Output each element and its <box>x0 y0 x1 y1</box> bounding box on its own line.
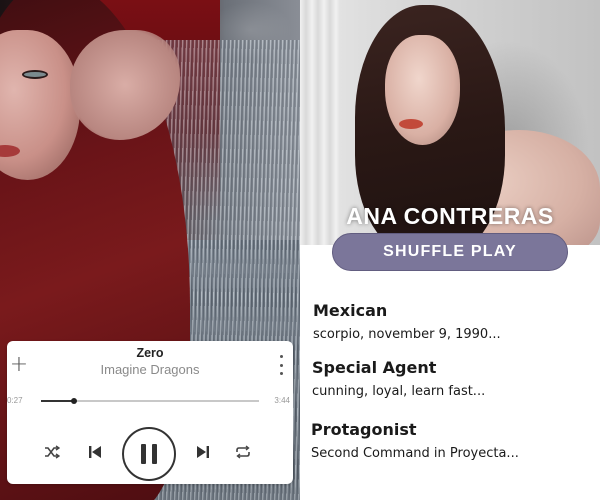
music-player-card: + Zero Imagine Dragons 0:27 3:44 <box>7 341 293 484</box>
face <box>385 35 460 145</box>
character-name: ANA CONTRERAS <box>346 203 554 229</box>
info-block-role: Protagonist Second Command in Proyecta..… <box>311 420 596 463</box>
info-block-nationality: Mexican scorpio, november 9, 1990... <box>313 301 598 344</box>
progress-knob[interactable] <box>70 398 77 404</box>
info-heading: Mexican <box>313 301 388 320</box>
time-total: 3:44 <box>274 396 290 405</box>
repeat-icon[interactable] <box>233 442 253 462</box>
shuffle-icon[interactable] <box>42 442 62 462</box>
time-elapsed: 0:27 <box>7 396 23 405</box>
eye <box>22 70 48 79</box>
info-text: scorpio, november 9, 1990... <box>313 327 501 342</box>
info-heading: Special Agent <box>312 358 437 377</box>
info-text: Second Command in Proyecta... <box>311 446 519 461</box>
more-vertical-icon[interactable] <box>273 355 289 375</box>
pause-button[interactable] <box>122 427 176 481</box>
info-heading: Protagonist <box>311 420 417 439</box>
skip-previous-icon[interactable] <box>85 442 105 462</box>
skip-next-icon[interactable] <box>193 442 213 462</box>
progress-bar[interactable] <box>41 398 259 404</box>
song-title: Zero <box>136 346 164 360</box>
pause-icon <box>141 444 157 464</box>
lips <box>399 119 423 129</box>
song-artist: Imagine Dragons <box>100 362 200 377</box>
shuffle-play-button[interactable]: SHUFFLE PLAY <box>332 233 568 271</box>
info-block-occupation: Special Agent cunning, loyal, learn fast… <box>312 358 597 401</box>
info-text: cunning, loyal, learn fast... <box>312 384 486 399</box>
progress-fill <box>41 400 74 402</box>
playback-controls <box>7 424 293 481</box>
